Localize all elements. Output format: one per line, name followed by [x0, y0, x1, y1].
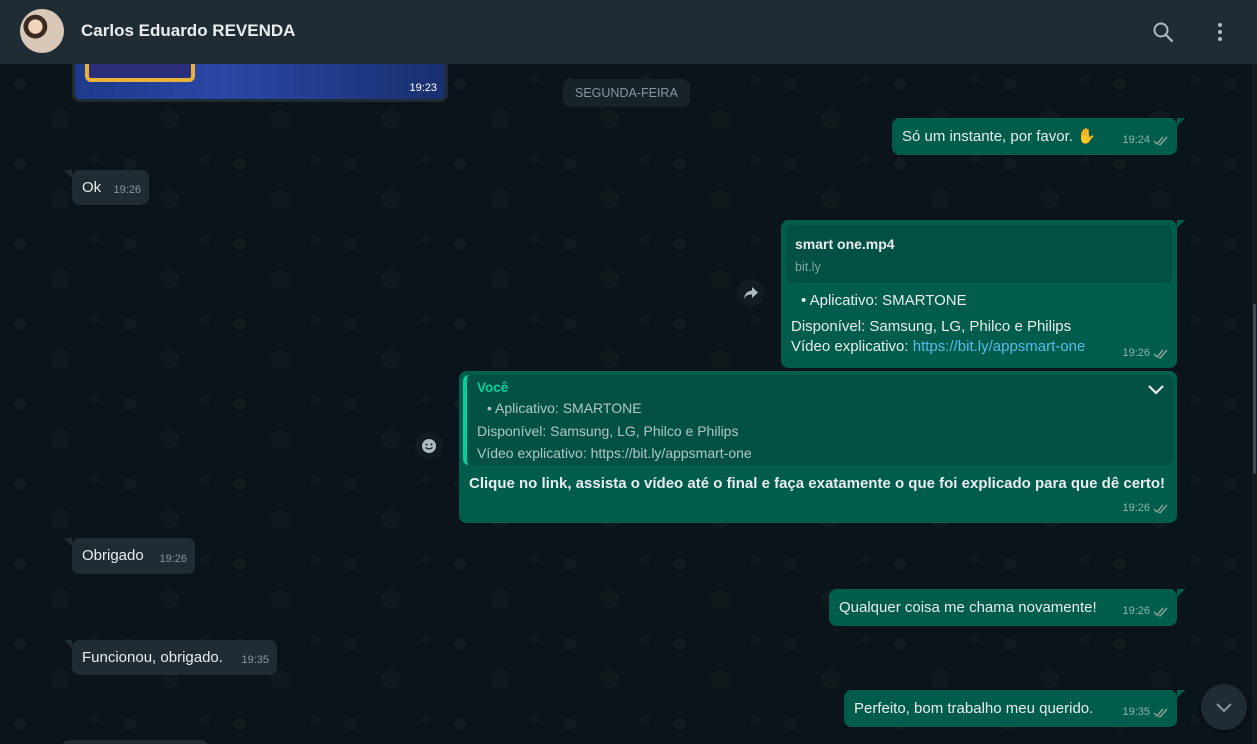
scrollbar-thumb[interactable] [1253, 304, 1256, 474]
quoted-message[interactable]: Você • Aplicativo: SMARTONE Disponível: … [463, 375, 1173, 465]
quoted-line: • Aplicativo: SMARTONE [487, 400, 642, 416]
date-divider: SEGUNDA-FEIRA [563, 79, 690, 107]
incoming-message[interactable]: Ok 19:26 [64, 170, 149, 205]
outgoing-reply-message[interactable]: Você • Aplicativo: SMARTONE Disponível: … [459, 371, 1177, 523]
scroll-to-bottom-button[interactable] [1201, 684, 1247, 730]
image-content [85, 64, 195, 82]
reaction-button[interactable] [415, 432, 443, 460]
message-time: 19:24 [1122, 134, 1150, 146]
message-list[interactable]: 19:23 SEGUNDA-FEIRA Só um instante, por … [0, 64, 1257, 744]
outgoing-message[interactable]: Só um instante, por favor. ✋ 19:24 [892, 118, 1185, 155]
message-time: 19:26 [159, 553, 187, 565]
message-meta: 19:26 [159, 549, 187, 569]
forward-button[interactable] [737, 279, 765, 307]
read-receipt-icon [1153, 607, 1168, 617]
message-time: 19:35 [1122, 706, 1150, 718]
chevron-down-icon [1216, 703, 1232, 713]
message-text: Perfeito, bom trabalho meu querido. [854, 700, 1094, 717]
image-message[interactable]: 19:23 [72, 64, 448, 102]
message-meta: 19:26 [1122, 498, 1169, 518]
link-preview-domain: bit.ly [795, 260, 821, 274]
bubble-tail [1177, 690, 1185, 698]
bubble-tail [1177, 118, 1185, 126]
bubble-tail [1177, 589, 1185, 597]
outgoing-link-message[interactable]: smart one.mp4 bit.ly • Aplicativo: SMART… [781, 220, 1185, 368]
message-body: • Aplicativo: SMARTONE Disponível: Samsu… [791, 291, 1167, 357]
chevron-down-icon[interactable] [1147, 381, 1167, 397]
menu-dots-icon[interactable] [1204, 16, 1236, 48]
bubble-tail [1177, 220, 1185, 228]
message-line: Disponível: Samsung, LG, Philco e Philip… [791, 318, 1072, 335]
message-text: Clique no link, assista o vídeo até o fi… [469, 475, 1166, 492]
message-text: Qualquer coisa me chama novamente! [839, 599, 1097, 616]
message-meta: 19:26 [1122, 343, 1169, 363]
message-time: 19:26 [1122, 502, 1150, 514]
search-icon[interactable] [1147, 16, 1179, 48]
chat-header: Carlos Eduardo REVENDA [0, 0, 1257, 64]
read-receipt-icon [1153, 136, 1168, 146]
bubble-tail [64, 170, 72, 178]
read-receipt-icon [1153, 349, 1168, 359]
quoted-line: Vídeo explicativo: https://bit.ly/appsma… [477, 445, 752, 461]
bubble-tail [64, 538, 72, 546]
message-text: Obrigado [82, 547, 144, 564]
read-receipt-icon [1153, 708, 1168, 718]
outgoing-message[interactable]: Qualquer coisa me chama novamente! 19:26 [829, 589, 1185, 626]
link-preview-title: smart one.mp4 [795, 236, 895, 252]
message-text: Funcionou, obrigado. [82, 649, 223, 666]
message-link[interactable]: https://bit.ly/appsmart-one [913, 338, 1086, 355]
incoming-message[interactable]: Obrigado 19:26 [64, 538, 195, 574]
incoming-message[interactable]: Funcionou, obrigado. 19:35 [64, 640, 277, 675]
message-image[interactable]: 19:23 [75, 64, 445, 99]
message-time: 19:26 [1122, 605, 1150, 617]
forward-icon [744, 287, 758, 299]
message-meta: 19:35 [241, 650, 269, 670]
scrollbar-track[interactable] [1252, 64, 1257, 744]
message-line-label: Vídeo explicativo: [791, 338, 913, 355]
message-meta: 19:24 [1122, 130, 1169, 150]
quoted-author: Você [477, 380, 509, 395]
link-preview-card[interactable]: smart one.mp4 bit.ly [786, 225, 1172, 283]
message-meta: 19:23 [409, 82, 437, 94]
message-time: 19:26 [1122, 347, 1150, 359]
message-text: Só um instante, por favor. ✋ [902, 128, 1096, 145]
message-meta: 19:26 [1122, 601, 1169, 621]
message-time: 19:23 [409, 82, 437, 94]
quoted-line: Disponível: Samsung, LG, Philco e Philip… [477, 422, 739, 439]
contact-avatar[interactable] [20, 9, 64, 53]
message-line: • Aplicativo: SMARTONE [801, 292, 967, 309]
incoming-message-partial[interactable] [62, 740, 208, 744]
bubble-tail [64, 640, 72, 648]
contact-name[interactable]: Carlos Eduardo REVENDA [81, 21, 295, 41]
emoji-icon [422, 439, 436, 453]
message-time: 19:26 [113, 184, 141, 196]
outgoing-message[interactable]: Perfeito, bom trabalho meu querido. 19:3… [844, 690, 1185, 727]
message-meta: 19:35 [1122, 702, 1169, 722]
read-receipt-icon [1153, 504, 1168, 514]
message-time: 19:35 [241, 654, 269, 666]
message-text: Ok [82, 179, 102, 196]
message-line: Vídeo explicativo: https://bit.ly/appsma… [791, 337, 1167, 357]
message-meta: 19:26 [113, 180, 141, 200]
